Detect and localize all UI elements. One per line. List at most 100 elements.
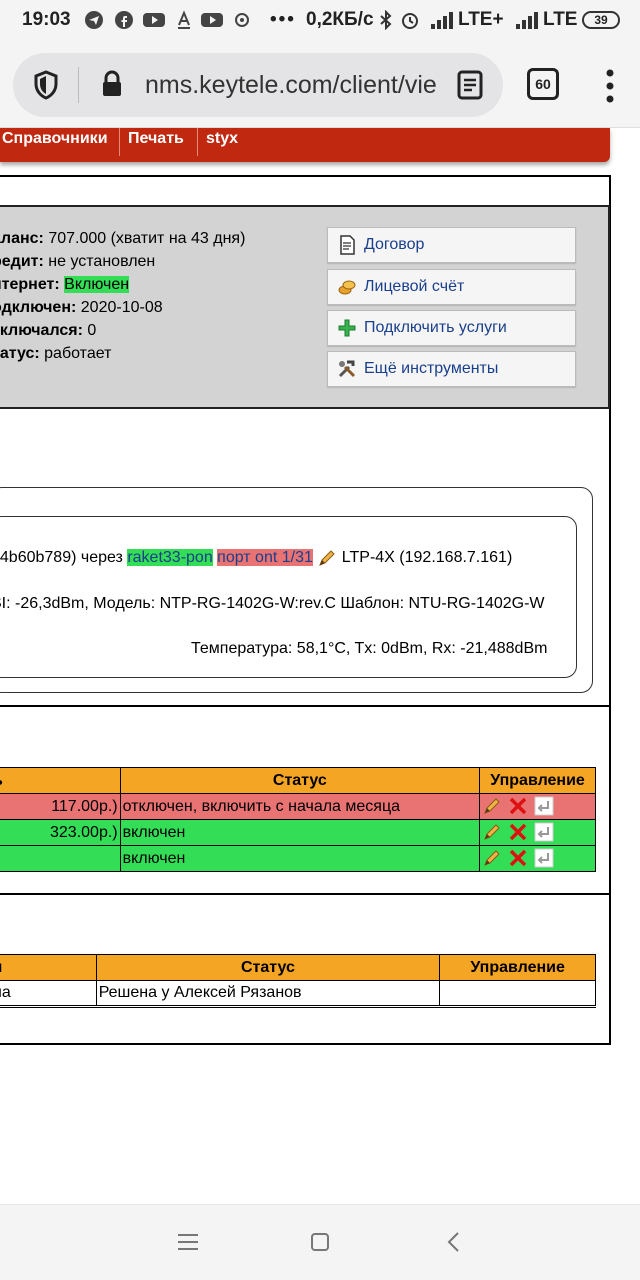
row-actions xyxy=(479,819,596,846)
nav-separator xyxy=(197,128,198,156)
return-icon[interactable] xyxy=(534,822,554,842)
contract-button[interactable]: Договор xyxy=(327,227,576,263)
battery-icon: 39 xyxy=(582,11,620,29)
facebook-icon xyxy=(115,11,133,29)
return-icon[interactable] xyxy=(534,848,554,868)
ont-mac-text: 94b60b789) через xyxy=(0,549,123,566)
translate-icon xyxy=(178,10,190,29)
services-table: ь Статус Управление 117.00р.) отключен, … xyxy=(0,767,596,872)
account-button[interactable]: Лицевой счёт xyxy=(327,269,576,305)
section-divider xyxy=(0,705,611,707)
youtube-icon-2 xyxy=(201,13,223,27)
menu-icon[interactable] xyxy=(602,68,618,104)
service-status: включен xyxy=(119,845,481,872)
ont-line-1: 94b60b789) через raket33-pon порт ont 1/… xyxy=(0,546,512,570)
bug-icon xyxy=(235,13,249,27)
section-divider xyxy=(0,893,611,895)
coins-icon xyxy=(338,280,356,295)
port-link[interactable]: порт ont 1/31 xyxy=(217,549,313,566)
telegram-icon xyxy=(85,11,103,29)
service-price xyxy=(0,845,121,872)
network-type-1: LTE+ xyxy=(458,9,504,30)
ticket-control xyxy=(439,980,596,1007)
balance-value: 707.000 (хватит на 43 дня) xyxy=(48,230,246,247)
connected-line: одключен: 2020-10-08 xyxy=(0,297,163,319)
return-icon[interactable] xyxy=(534,796,554,816)
shield-icon[interactable] xyxy=(33,70,59,100)
nav-item-directories[interactable]: Справочники xyxy=(2,128,108,150)
recents-icon[interactable] xyxy=(177,1232,199,1252)
row-actions xyxy=(479,793,596,820)
disconnected-line: тключался: 0 xyxy=(0,320,96,342)
edit-icon[interactable] xyxy=(482,796,502,816)
internet-label: нтернет: xyxy=(0,276,60,293)
connected-label: одключен: xyxy=(0,299,77,316)
table-row: 117.00р.) отключен, включить с начала ме… xyxy=(0,793,596,820)
table-header-row: ь Статус Управление xyxy=(0,767,596,794)
credit-label: редит: xyxy=(0,253,44,270)
signal-icon xyxy=(431,12,453,29)
tools-icon xyxy=(338,360,356,378)
pencil-icon[interactable] xyxy=(317,548,337,568)
olt-link[interactable]: raket33-pon xyxy=(127,549,213,566)
status-line: татус: работает xyxy=(0,343,111,365)
signal-icon-2 xyxy=(516,12,538,29)
tickets-table: я Статус Управление на Решена у Алексей … xyxy=(0,954,596,1008)
url-text[interactable]: nms.keytele.com/client/vie xyxy=(145,53,450,117)
balance-label: аланс: xyxy=(0,230,44,247)
service-status: отключен, включить с начала месяца xyxy=(119,793,481,820)
edit-icon[interactable] xyxy=(482,848,502,868)
delete-icon[interactable] xyxy=(508,822,528,842)
credit-value: не установлен xyxy=(48,253,156,270)
delete-icon[interactable] xyxy=(508,796,528,816)
system-nav-bar xyxy=(0,1204,640,1280)
disconnected-value: 0 xyxy=(87,322,97,339)
network-type-2: LTE xyxy=(543,9,578,30)
nav-item-styx[interactable]: styx xyxy=(206,128,238,150)
olt-model-text: LTP-4X (192.168.7.161) xyxy=(341,549,513,566)
column-header: Статус xyxy=(95,954,441,981)
ticket-state: на xyxy=(0,980,97,1007)
contract-label: Договор xyxy=(364,236,425,253)
internet-line: нтернет: Включен xyxy=(0,274,130,296)
delete-icon[interactable] xyxy=(508,848,528,868)
plus-icon xyxy=(338,319,356,337)
status-time: 19:03 xyxy=(22,9,71,30)
more-tools-button[interactable]: Ещё инструменты xyxy=(327,351,576,387)
nav-item-print[interactable]: Печать xyxy=(128,128,184,150)
youtube-icon xyxy=(143,13,165,27)
bluetooth-icon xyxy=(380,10,392,30)
row-actions xyxy=(479,845,596,872)
connect-services-label: Подключить услуги xyxy=(364,319,507,336)
status-speed: 0,2КБ/с xyxy=(306,9,374,30)
ont-line-2: SI: -26,3dBm, Модель: NTP-RG-1402G-W:rev… xyxy=(0,595,545,612)
subscriber-info-panel: аланс: 707.000 (хватит на 43 дня) редит:… xyxy=(0,205,610,409)
connect-services-button[interactable]: Подключить услуги xyxy=(327,310,576,346)
more-notifications-icon: ••• xyxy=(270,9,296,30)
credit-line: редит: не установлен xyxy=(0,251,155,273)
tab-count-button[interactable]: 60 xyxy=(527,68,559,100)
more-tools-label: Ещё инструменты xyxy=(364,360,499,377)
edit-icon[interactable] xyxy=(482,822,502,842)
internet-status-badge: Включен xyxy=(64,276,130,293)
table-header-row: я Статус Управление xyxy=(0,954,596,981)
column-header: Управление xyxy=(479,767,596,794)
column-header: Управление xyxy=(439,954,596,981)
column-header: ь xyxy=(0,767,121,794)
lock-icon xyxy=(103,70,121,96)
connected-value: 2020-10-08 xyxy=(80,299,163,316)
reader-mode-icon[interactable] xyxy=(455,69,485,101)
disconnected-label: тключался: xyxy=(0,322,83,339)
home-icon[interactable] xyxy=(310,1232,330,1252)
status-bar: 19:03 ••• 0,2КБ/с LTE+ LTE 39 xyxy=(0,0,640,40)
alarm-icon xyxy=(402,13,418,29)
service-status: включен xyxy=(119,819,481,846)
column-header: я xyxy=(0,954,97,981)
url-bar[interactable]: nms.keytele.com/client/vie xyxy=(13,53,503,117)
service-price: 323.00р.) xyxy=(0,819,121,846)
top-nav-bar: Справочники Печать styx xyxy=(0,128,610,162)
table-row: на Решена у Алексей Рязанов xyxy=(0,980,596,1007)
back-icon[interactable] xyxy=(446,1231,462,1253)
column-header: Статус xyxy=(119,767,481,794)
ticket-status: Решена у Алексей Рязанов xyxy=(95,980,441,1007)
